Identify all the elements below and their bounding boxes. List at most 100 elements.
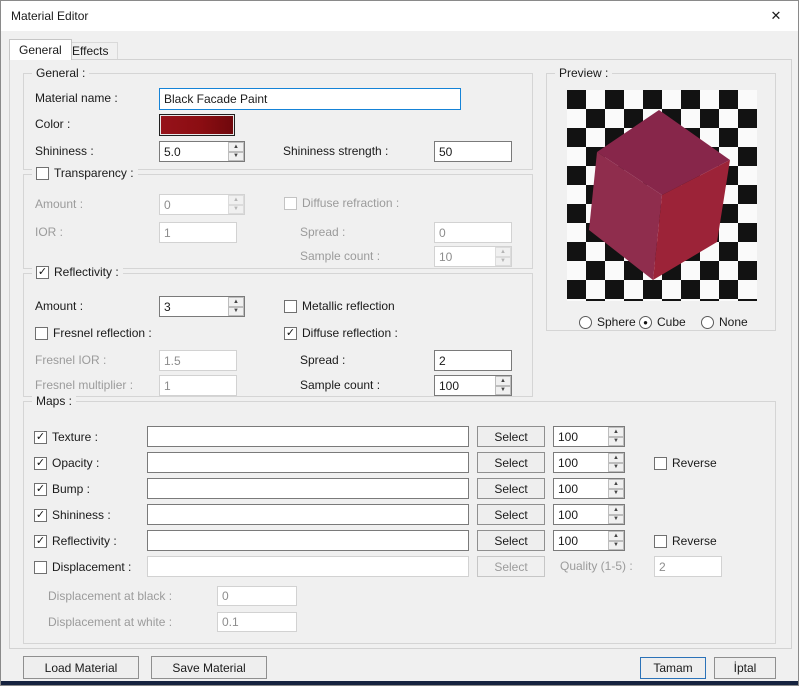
quality-input[interactable] <box>654 556 722 577</box>
shininess-select-button[interactable]: Select <box>477 504 545 525</box>
shininess-spinner: ▲▼ <box>159 141 245 162</box>
bump-map-input[interactable] <box>147 478 469 499</box>
shininess-map-input[interactable] <box>147 504 469 525</box>
spin-up-icon[interactable]: ▲ <box>495 247 511 257</box>
reflectivity-amount-label: Amount : <box>35 299 84 313</box>
reflectivity-sample-count-label: Sample count : <box>300 378 381 392</box>
preview-none-radio[interactable] <box>701 315 714 329</box>
color-swatch[interactable] <box>159 114 235 136</box>
shininess-strength-input[interactable] <box>434 141 512 162</box>
metallic-reflection-checkbox[interactable] <box>284 299 297 313</box>
opacity-map-checkbox[interactable]: ✓ <box>34 456 47 470</box>
spin-up-icon[interactable]: ▲ <box>608 531 624 541</box>
opacity-map-input[interactable] <box>147 452 469 473</box>
reflectivity-checkbox[interactable]: ✓ <box>36 265 49 279</box>
opacity-reverse-label: Reverse <box>672 456 717 470</box>
transparency-group-label: Transparency : <box>54 166 134 180</box>
reflectivity-select-label: Select <box>494 533 528 548</box>
reflectivity-map-input[interactable] <box>147 530 469 551</box>
transparency-amount-input[interactable] <box>160 195 227 214</box>
texture-map-input[interactable] <box>147 426 469 447</box>
material-editor-window: Material Editor ✕ General Effects Genera… <box>0 0 799 686</box>
spin-down-icon[interactable]: ▼ <box>608 540 624 550</box>
spin-down-icon[interactable]: ▼ <box>228 306 244 316</box>
ior-input[interactable] <box>159 222 237 243</box>
color-label: Color : <box>35 117 71 131</box>
close-icon[interactable]: ✕ <box>754 1 798 31</box>
texture-select-label: Select <box>494 429 528 444</box>
spin-down-icon[interactable]: ▼ <box>608 514 624 524</box>
reflectivity-amount-map-input[interactable] <box>554 531 607 550</box>
spin-down-icon[interactable]: ▼ <box>495 385 511 395</box>
reflectivity-select-button[interactable]: Select <box>477 530 545 551</box>
preview-cube-label: Cube <box>657 315 686 329</box>
material-name-input[interactable] <box>159 88 461 110</box>
reflectivity-amount-input[interactable] <box>160 297 227 316</box>
tab-general[interactable]: General <box>9 39 72 60</box>
spin-up-icon[interactable]: ▲ <box>608 453 624 463</box>
spin-up-icon[interactable]: ▲ <box>495 376 511 386</box>
bump-select-button[interactable]: Select <box>477 478 545 499</box>
window-bottom-edge <box>1 681 798 685</box>
reflectivity-sample-count-input[interactable] <box>435 376 494 395</box>
opacity-amount-input[interactable] <box>554 453 607 472</box>
spin-down-icon[interactable]: ▼ <box>608 462 624 472</box>
opacity-reverse-checkbox[interactable] <box>654 456 667 470</box>
shininess-input[interactable] <box>160 142 227 161</box>
bump-amount-input[interactable] <box>554 479 607 498</box>
bump-amount-spinner: ▲▼ <box>553 478 625 499</box>
spin-down-icon[interactable]: ▼ <box>608 436 624 446</box>
spin-up-icon[interactable]: ▲ <box>228 142 244 152</box>
preview-sphere-radio[interactable] <box>579 315 592 329</box>
save-material-button[interactable]: Save Material <box>151 656 267 679</box>
reflectivity-sample-count-spinner: ▲▼ <box>434 375 512 396</box>
opacity-select-button[interactable]: Select <box>477 452 545 473</box>
texture-map-checkbox[interactable]: ✓ <box>34 430 47 444</box>
fresnel-reflection-checkbox[interactable] <box>35 326 48 340</box>
diffuse-reflection-checkbox[interactable]: ✓ <box>284 326 297 340</box>
shininess-label: Shininess : <box>35 144 94 158</box>
reflectivity-amount-map-spinner: ▲▼ <box>553 530 625 551</box>
transparency-sample-count-spinner: ▲▼ <box>434 246 512 267</box>
shininess-strength-label: Shininess strength : <box>283 144 389 158</box>
transparency-sample-count-input[interactable] <box>435 247 494 266</box>
shininess-amount-input[interactable] <box>554 505 607 524</box>
diffuse-refraction-checkbox[interactable] <box>284 196 297 210</box>
reflectivity-spread-input[interactable] <box>434 350 512 371</box>
spin-down-icon[interactable]: ▼ <box>608 488 624 498</box>
displacement-map-checkbox[interactable] <box>34 560 47 574</box>
general-group: General : Material name : Color : Shinin… <box>23 66 533 170</box>
texture-amount-input[interactable] <box>554 427 607 446</box>
fresnel-multiplier-input[interactable] <box>159 375 237 396</box>
spin-down-icon[interactable]: ▼ <box>495 256 511 266</box>
cancel-button[interactable]: İptal <box>714 657 776 679</box>
transparency-spread-input[interactable] <box>434 222 512 243</box>
ok-button[interactable]: Tamam <box>640 657 706 679</box>
opacity-map-label: Opacity : <box>52 456 100 470</box>
load-material-button[interactable]: Load Material <box>23 656 139 679</box>
displacement-at-white-input[interactable] <box>217 612 297 632</box>
reflectivity-reverse-label: Reverse <box>672 534 717 548</box>
displacement-select-button[interactable]: Select <box>477 556 545 577</box>
spin-down-icon[interactable]: ▼ <box>228 151 244 161</box>
spin-up-icon[interactable]: ▲ <box>228 195 244 205</box>
shininess-map-checkbox[interactable]: ✓ <box>34 508 47 522</box>
spin-up-icon[interactable]: ▲ <box>608 505 624 515</box>
material-name-label: Material name : <box>35 91 118 105</box>
preview-cube-radio[interactable]: ● <box>639 315 652 329</box>
reflectivity-reverse-checkbox[interactable] <box>654 534 667 548</box>
spin-up-icon[interactable]: ▲ <box>228 297 244 307</box>
texture-select-button[interactable]: Select <box>477 426 545 447</box>
spin-up-icon[interactable]: ▲ <box>608 479 624 489</box>
displacement-map-input[interactable] <box>147 556 469 577</box>
spin-down-icon[interactable]: ▼ <box>228 204 244 214</box>
reflectivity-map-checkbox[interactable]: ✓ <box>34 534 47 548</box>
transparency-checkbox[interactable] <box>36 166 49 180</box>
bump-map-checkbox[interactable]: ✓ <box>34 482 47 496</box>
metallic-reflection-label: Metallic reflection <box>302 299 395 313</box>
diffuse-refraction-label: Diffuse refraction : <box>302 196 400 210</box>
fresnel-ior-input[interactable] <box>159 350 237 371</box>
spin-up-icon[interactable]: ▲ <box>608 427 624 437</box>
displacement-at-black-input[interactable] <box>217 586 297 606</box>
ior-label: IOR : <box>35 225 64 239</box>
